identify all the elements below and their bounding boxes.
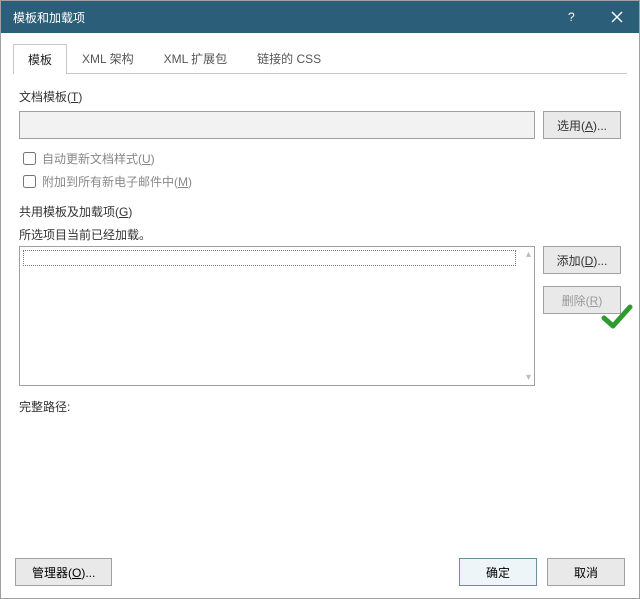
select-template-button[interactable]: 选用(A)... bbox=[543, 111, 621, 139]
doc-template-label: 文档模板(T) bbox=[19, 88, 621, 105]
svg-text:?: ? bbox=[568, 10, 575, 24]
shared-status-text: 所选项目当前已经加载。 bbox=[19, 226, 621, 243]
dialog-footer: 管理器(O)... 确定 取消 bbox=[1, 546, 639, 598]
scroll-down-icon: ▾ bbox=[526, 372, 531, 383]
attach-mail-checkbox[interactable] bbox=[23, 175, 36, 188]
help-button[interactable]: ? bbox=[549, 1, 594, 33]
dialog-title: 模板和加载项 bbox=[13, 9, 549, 26]
auto-update-checkbox-row[interactable]: 自动更新文档样式(U) bbox=[19, 147, 621, 170]
add-template-button[interactable]: 添加(D)... bbox=[543, 246, 621, 274]
remove-template-button[interactable]: 删除(R) bbox=[543, 286, 621, 314]
tabs-container: 模板 XML 架构 XML 扩展包 链接的 CSS bbox=[1, 33, 639, 74]
organizer-button[interactable]: 管理器(O)... bbox=[15, 558, 112, 586]
tab-xml-schema[interactable]: XML 架构 bbox=[67, 43, 149, 73]
ok-button[interactable]: 确定 bbox=[459, 558, 537, 586]
scroll-up-icon: ▴ bbox=[526, 249, 531, 260]
shared-templates-listbox[interactable]: ▴ ▾ bbox=[19, 246, 535, 386]
close-button[interactable] bbox=[594, 1, 639, 33]
auto-update-label: 自动更新文档样式(U) bbox=[42, 150, 155, 167]
shared-templates-label: 共用模板及加载项(G) bbox=[19, 203, 621, 220]
dialog-body: 文档模板(T) 选用(A)... 自动更新文档样式(U) 附加到所有新电子邮件中… bbox=[1, 74, 639, 546]
tab-linked-css[interactable]: 链接的 CSS bbox=[242, 43, 336, 73]
titlebar: 模板和加载项 ? bbox=[1, 1, 639, 33]
doc-template-input[interactable] bbox=[19, 111, 535, 139]
dialog-templates-addins: 模板和加载项 ? 模板 XML 架构 XML 扩展包 链接的 CSS 文档模板(… bbox=[0, 0, 640, 599]
list-selection-marker bbox=[23, 250, 516, 266]
fullpath-label: 完整路径: bbox=[19, 398, 621, 415]
tab-xml-expansion[interactable]: XML 扩展包 bbox=[149, 43, 243, 73]
attach-mail-checkbox-row[interactable]: 附加到所有新电子邮件中(M) bbox=[19, 170, 621, 193]
attach-mail-label: 附加到所有新电子邮件中(M) bbox=[42, 173, 192, 190]
cancel-button[interactable]: 取消 bbox=[547, 558, 625, 586]
tab-templates[interactable]: 模板 bbox=[13, 44, 67, 74]
auto-update-checkbox[interactable] bbox=[23, 152, 36, 165]
